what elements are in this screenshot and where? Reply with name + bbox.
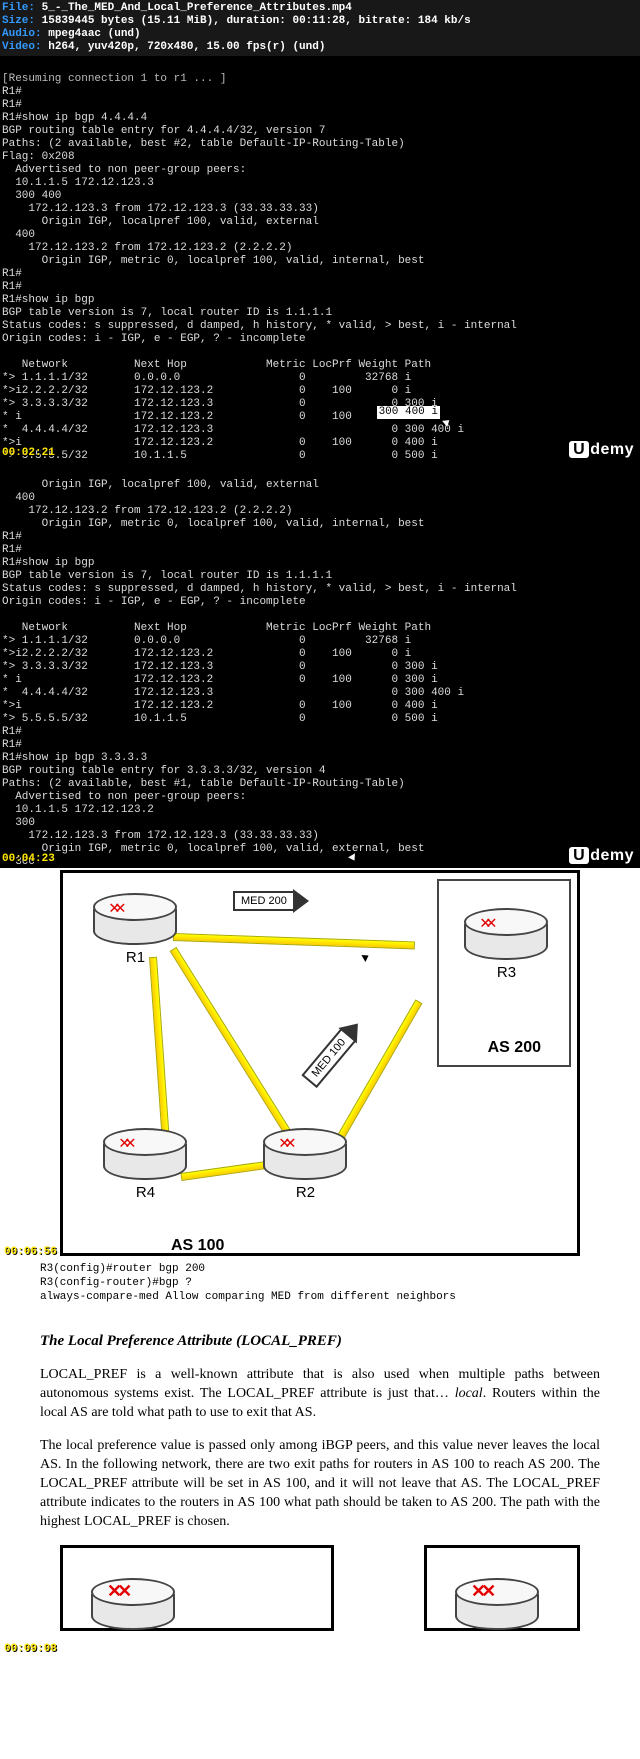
size-value: 15839445 bytes (15.11 MiB), duration: 00… bbox=[42, 15, 471, 27]
doc-diagram-right: ✕✕ bbox=[424, 1545, 580, 1631]
timestamp-1: 00:02:21 bbox=[2, 447, 55, 460]
audio-value: mpeg4aac (und) bbox=[48, 28, 140, 40]
cfg-line-1: R3(config)#router bgp 200 bbox=[40, 1263, 205, 1275]
mouse-cursor-icon bbox=[361, 952, 370, 962]
file-name: 5_-_The_MED_And_Local_Preference_Attribu… bbox=[42, 2, 352, 14]
cfg-line-2: R3(config-router)#bgp ? bbox=[40, 1277, 192, 1289]
section-title: The Local Preference Attribute (LOCAL_PR… bbox=[40, 1332, 600, 1351]
highlighted-path: 300 400 i bbox=[377, 406, 440, 419]
router-arrows-icon: ✕✕ bbox=[119, 1132, 131, 1154]
r2-label: R2 bbox=[263, 1184, 348, 1201]
router-r3: ✕✕ R3 bbox=[464, 908, 549, 981]
resume-line: [Resuming connection 1 to r1 ... ] bbox=[2, 73, 226, 85]
router-arrows-icon: ✕✕ bbox=[279, 1132, 291, 1154]
router-r1: ✕✕ R1 bbox=[93, 893, 178, 966]
router-arrows-icon: ✕✕ bbox=[109, 897, 121, 919]
as200-label: AS 200 bbox=[488, 1039, 541, 1057]
paragraph-1: LOCAL_PREF is a well-known attribute tha… bbox=[40, 1365, 600, 1422]
r3-label: R3 bbox=[464, 964, 549, 981]
file-label: File: bbox=[2, 2, 35, 14]
timestamp-2: 00:04:23 bbox=[2, 853, 55, 866]
cfg-line-3: always-compare-med Allow comparing MED f… bbox=[40, 1291, 456, 1303]
video-label: Video: bbox=[2, 41, 42, 53]
router-r4: ✕✕ R4 bbox=[103, 1128, 188, 1201]
terminal-frame-1: [Resuming connection 1 to r1 ... ] R1# R… bbox=[0, 56, 640, 462]
size-label: Size: bbox=[2, 15, 35, 27]
router-arrows-icon: ✕✕ bbox=[107, 1582, 127, 1601]
audio-label: Audio: bbox=[2, 28, 42, 40]
med-200-arrow: MED 200 bbox=[233, 891, 295, 911]
udemy-logo-1: Udemy bbox=[569, 443, 634, 456]
med-100-arrow: MED 100 bbox=[301, 1028, 356, 1088]
media-info-header: File: 5_-_The_MED_And_Local_Preference_A… bbox=[0, 0, 640, 56]
video-value: h264, yuv420p, 720x480, 15.00 fps(r) (un… bbox=[48, 41, 325, 53]
router-arrows-icon: ✕✕ bbox=[480, 912, 492, 934]
link-r1-r3 bbox=[173, 933, 415, 949]
doc-diagram-left: ✕✕ bbox=[60, 1545, 334, 1631]
router-icon: ✕✕ bbox=[455, 1578, 540, 1630]
router-r2: ✕✕ R2 bbox=[263, 1128, 348, 1201]
terminal-output-2: Origin IGP, localpref 100, valid, extern… bbox=[2, 479, 517, 868]
udemy-logo-2: Udemy bbox=[569, 849, 634, 862]
timestamp-4: 00:09:08 bbox=[4, 1643, 57, 1655]
network-diagram: MED 200 MED 100 ✕✕ R1 ✕✕ R3 ✕✕ R4 ✕✕ R2 … bbox=[60, 870, 580, 1256]
r1-label: R1 bbox=[93, 949, 178, 966]
router-icon: ✕✕ bbox=[91, 1578, 176, 1630]
as100-label: AS 100 bbox=[171, 1237, 224, 1255]
router-arrows-icon: ✕✕ bbox=[471, 1582, 491, 1601]
paragraph-2: The local preference value is passed onl… bbox=[40, 1436, 600, 1531]
r4-label: R4 bbox=[103, 1184, 188, 1201]
config-output: R3(config)#router bgp 200 R3(config-rout… bbox=[0, 1256, 640, 1310]
document-content: The Local Preference Attribute (LOCAL_PR… bbox=[0, 1310, 640, 1639]
terminal-frame-2: Origin IGP, localpref 100, valid, extern… bbox=[0, 462, 640, 868]
